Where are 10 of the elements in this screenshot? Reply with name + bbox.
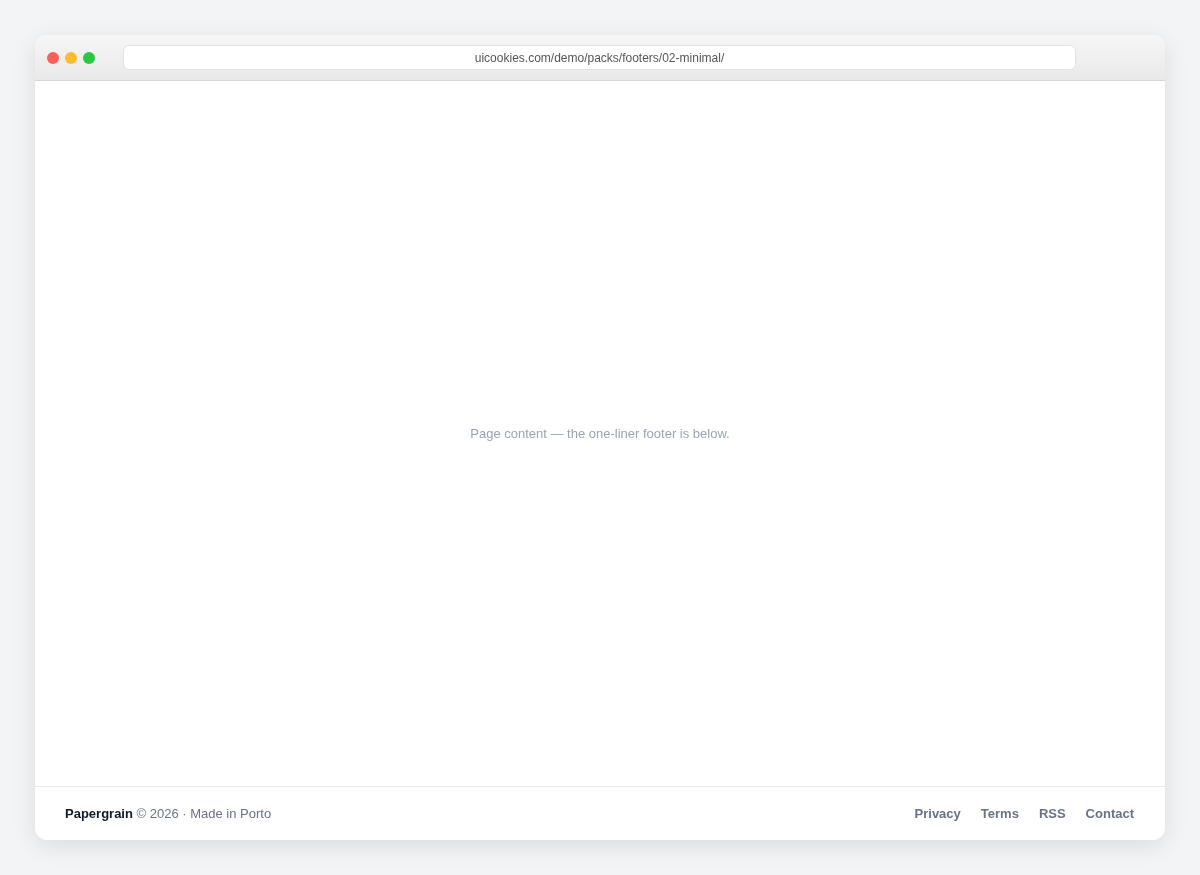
maximize-icon[interactable] xyxy=(83,51,95,64)
close-icon[interactable] xyxy=(47,51,59,64)
address-bar[interactable]: uicookies.com/demo/packs/footers/02-minimal/ xyxy=(123,45,1076,70)
footer-link[interactable]: Contact xyxy=(1085,803,1134,824)
minimize-icon[interactable] xyxy=(65,51,77,64)
footer-link[interactable]: Terms xyxy=(980,803,1019,824)
placeholder-text: Page content — the one-liner footer is below. xyxy=(470,424,730,443)
footer-link[interactable]: RSS xyxy=(1038,803,1066,824)
footer-link[interactable]: Privacy xyxy=(914,803,961,824)
copyright-text: Papergrain © 2026 · Made in Porto xyxy=(65,804,272,823)
